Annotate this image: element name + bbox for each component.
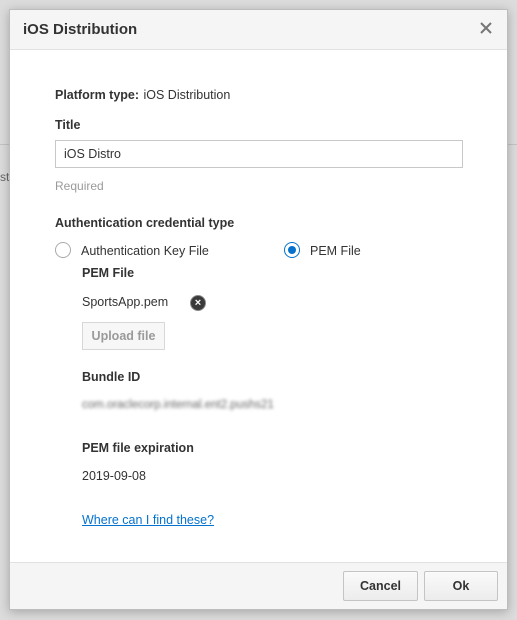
upload-file-button[interactable]: Upload file bbox=[82, 322, 165, 350]
dialog-footer: Cancel Ok bbox=[10, 562, 507, 609]
dialog-title: iOS Distribution bbox=[23, 21, 138, 38]
auth-key-file-radio[interactable] bbox=[55, 242, 71, 258]
bundle-id-label: Bundle ID bbox=[82, 370, 141, 384]
ok-button[interactable]: Ok bbox=[424, 571, 498, 601]
platform-type-row: Platform type: iOS Distribution bbox=[55, 86, 230, 104]
pem-file-label: PEM File bbox=[82, 266, 135, 280]
pem-file-radio[interactable] bbox=[284, 242, 300, 258]
pem-file-name: SportsApp.pem bbox=[82, 295, 169, 309]
platform-type-label: Platform type: bbox=[55, 88, 140, 102]
title-required-hint: Required bbox=[55, 179, 104, 193]
cancel-button[interactable]: Cancel bbox=[343, 571, 418, 601]
title-input[interactable] bbox=[55, 140, 463, 168]
platform-type-value: iOS Distribution bbox=[143, 88, 231, 102]
auth-key-file-label[interactable]: Authentication Key File bbox=[81, 244, 209, 258]
title-label: Title bbox=[55, 118, 81, 132]
auth-type-label: Authentication credential type bbox=[55, 216, 235, 230]
ios-distribution-dialog: iOS Distribution Platform type: iOS Dist… bbox=[9, 9, 508, 610]
remove-file-icon[interactable]: × bbox=[190, 295, 206, 311]
pem-expiration-label: PEM file expiration bbox=[82, 441, 194, 455]
help-link[interactable]: Where can I find these? bbox=[82, 513, 214, 527]
bundle-id-value: com.oraclecorp.internal.ent2.pushs21 bbox=[82, 399, 274, 411]
dialog-header: iOS Distribution bbox=[10, 10, 507, 50]
pem-file-radio-label[interactable]: PEM File bbox=[310, 244, 361, 258]
close-icon[interactable] bbox=[477, 19, 495, 37]
pem-expiration-value: 2019-09-08 bbox=[82, 469, 146, 483]
